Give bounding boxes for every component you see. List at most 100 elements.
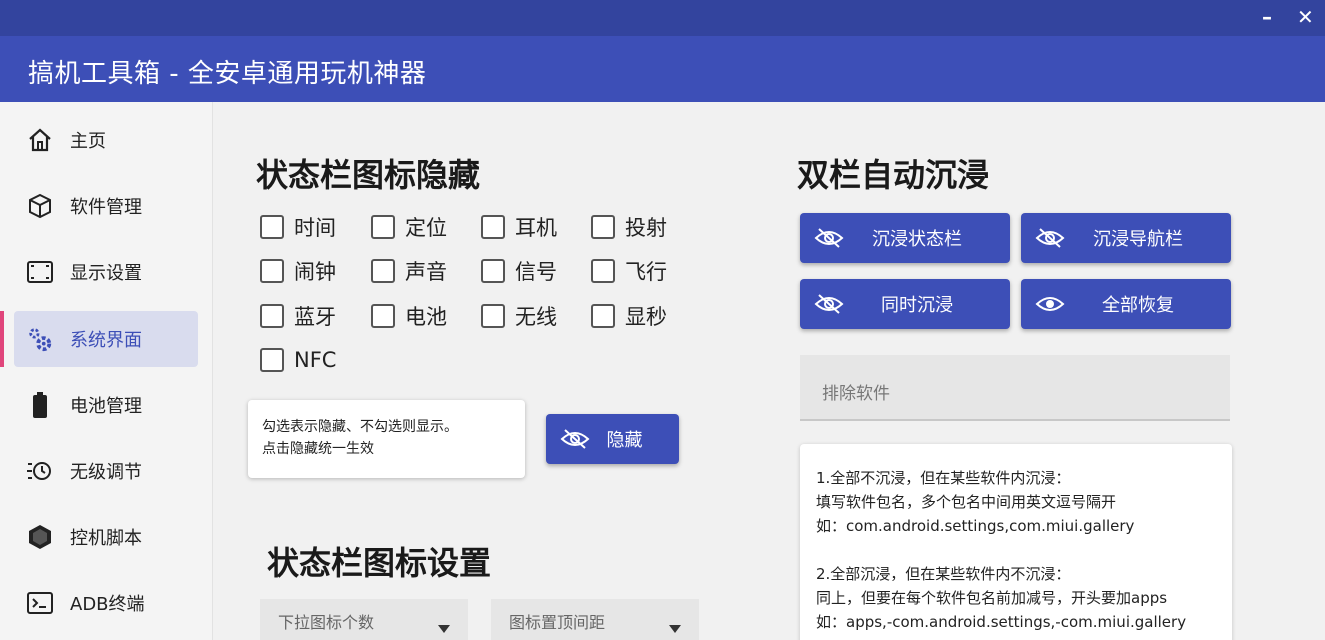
checkbox-location[interactable]: 定位 bbox=[371, 212, 447, 242]
checkbox-alarm[interactable]: 闹钟 bbox=[260, 256, 336, 286]
checkbox-airplane[interactable]: 飞行 bbox=[591, 256, 667, 286]
app-titlebar: 搞机工具箱 - 全安卓通用玩机神器 bbox=[0, 36, 1325, 102]
checkbox-box[interactable] bbox=[591, 304, 615, 328]
checkbox-time[interactable]: 时间 bbox=[260, 212, 336, 242]
restore-all-button[interactable]: 全部恢复 bbox=[1021, 279, 1231, 329]
sidebar: 主页 软件管理 显示设置 系统界面 电池管理 无级调节 控机脚本 ADB终端 bbox=[0, 102, 213, 640]
sidebar-item-label: 系统界面 bbox=[70, 330, 142, 351]
checkbox-label: 耳机 bbox=[515, 216, 557, 240]
checkbox-sound[interactable]: 声音 bbox=[371, 256, 447, 286]
sidebar-item-display[interactable]: 显示设置 bbox=[14, 244, 198, 300]
checkbox-label: 飞行 bbox=[625, 260, 667, 284]
checkbox-cast[interactable]: 投射 bbox=[591, 212, 667, 242]
sidebar-item-label: 主页 bbox=[70, 131, 106, 152]
checkbox-box[interactable] bbox=[260, 348, 284, 372]
sidebar-item-home[interactable]: 主页 bbox=[14, 112, 198, 168]
checkbox-box[interactable] bbox=[481, 304, 505, 328]
checkbox-box[interactable] bbox=[481, 215, 505, 239]
chevron-down-icon bbox=[438, 625, 450, 633]
dropdown-icon-top-spacing[interactable]: 图标置顶间距 bbox=[491, 599, 699, 640]
gears-icon bbox=[26, 325, 54, 353]
help-paragraph: 1.全部不沉浸，但在某些软件内沉浸： 填写软件包名，多个包名中间用英文逗号隔开 … bbox=[816, 466, 1216, 538]
checkbox-wireless[interactable]: 无线 bbox=[481, 301, 557, 331]
battery-icon bbox=[26, 391, 54, 419]
help-line: 如：apps,-com.android.settings,-com.miui.g… bbox=[816, 613, 1187, 631]
help-line: 填写软件包名，多个包名中间用英文逗号隔开 bbox=[816, 493, 1117, 511]
dropdown-icon-count[interactable]: 下拉图标个数 bbox=[260, 599, 468, 640]
checkbox-battery[interactable]: 电池 bbox=[371, 301, 447, 331]
checkbox-box[interactable] bbox=[481, 259, 505, 283]
checkbox-label: 定位 bbox=[405, 216, 447, 240]
immerse-navbar-button[interactable]: 沉浸导航栏 bbox=[1021, 213, 1231, 263]
checkbox-label: 电池 bbox=[405, 305, 447, 329]
terminal-icon bbox=[26, 589, 54, 617]
checkbox-show-seconds[interactable]: 显秒 bbox=[591, 301, 667, 331]
close-button[interactable]: ✕ bbox=[1297, 6, 1314, 28]
immerse-statusbar-button[interactable]: 沉浸状态栏 bbox=[800, 213, 1010, 263]
sidebar-item-label: 软件管理 bbox=[70, 197, 142, 218]
checkbox-label: 蓝牙 bbox=[294, 305, 336, 329]
active-nav-indicator bbox=[0, 311, 4, 367]
button-label: 沉浸状态栏 bbox=[872, 229, 962, 250]
window-top-strip: – ✕ bbox=[0, 0, 1325, 36]
immerse-both-button[interactable]: 同时沉浸 bbox=[800, 279, 1010, 329]
package-icon bbox=[26, 192, 54, 220]
sidebar-item-scripts[interactable]: 控机脚本 bbox=[14, 509, 198, 565]
checkbox-label: 显秒 bbox=[625, 305, 667, 329]
help-line: 1.全部不沉浸，但在某些软件内沉浸： bbox=[816, 469, 1071, 487]
dropdown-label: 下拉图标个数 bbox=[278, 613, 375, 632]
checkbox-label: 声音 bbox=[405, 260, 447, 284]
eye-off-icon bbox=[558, 424, 592, 454]
sidebar-item-brightness[interactable]: 无级调节 bbox=[14, 443, 198, 499]
hint-line: 勾选表示隐藏、不勾选则显示。 bbox=[262, 419, 458, 435]
help-line: 如：com.android.settings,com.miui.gallery bbox=[816, 517, 1135, 535]
screen-icon bbox=[26, 258, 54, 286]
dropdown-label: 图标置顶间距 bbox=[509, 613, 606, 632]
sidebar-item-label: 无级调节 bbox=[70, 462, 142, 483]
checkbox-box[interactable] bbox=[371, 259, 395, 283]
hint-line: 点击隐藏统一生效 bbox=[262, 441, 374, 457]
brightness-icon bbox=[26, 457, 54, 485]
sidebar-item-adb[interactable]: ADB终端 bbox=[14, 575, 198, 631]
help-line: 同上，但要在每个软件包名前加减号，开头要加apps bbox=[816, 589, 1168, 607]
minimize-button[interactable]: – bbox=[1262, 6, 1272, 28]
eye-off-icon bbox=[1033, 223, 1067, 253]
eye-off-icon bbox=[812, 223, 846, 253]
checkbox-bluetooth[interactable]: 蓝牙 bbox=[260, 301, 336, 331]
main-content: 状态栏图标隐藏 时间 定位 耳机 投射 闹钟 声音 信号 飞行 蓝牙 电池 无线… bbox=[214, 102, 1325, 640]
checkbox-box[interactable] bbox=[371, 304, 395, 328]
checkbox-headset[interactable]: 耳机 bbox=[481, 212, 557, 242]
sidebar-item-label: 电池管理 bbox=[70, 396, 142, 417]
checkbox-label: NFC bbox=[294, 348, 337, 372]
help-line: 2.全部沉浸，但在某些软件内不沉浸： bbox=[816, 565, 1071, 583]
checkbox-box[interactable] bbox=[591, 215, 615, 239]
checkbox-box[interactable] bbox=[260, 215, 284, 239]
hide-button[interactable]: 隐藏 bbox=[546, 414, 679, 464]
sidebar-item-system-ui[interactable]: 系统界面 bbox=[14, 311, 198, 367]
checkbox-nfc[interactable]: NFC bbox=[260, 345, 336, 375]
statusbar-hide-heading: 状态栏图标隐藏 bbox=[256, 156, 481, 194]
immersive-heading: 双栏自动沉浸 bbox=[797, 156, 990, 194]
button-label: 隐藏 bbox=[606, 430, 643, 451]
input-placeholder: 排除软件 bbox=[822, 384, 890, 404]
chevron-down-icon bbox=[669, 625, 681, 633]
checkbox-label: 信号 bbox=[515, 260, 557, 284]
eye-off-icon bbox=[812, 289, 846, 319]
immersive-help-card: 1.全部不沉浸，但在某些软件内沉浸： 填写软件包名，多个包名中间用英文逗号隔开 … bbox=[800, 444, 1232, 640]
sidebar-item-software[interactable]: 软件管理 bbox=[14, 178, 198, 234]
button-label: 沉浸导航栏 bbox=[1093, 229, 1183, 250]
button-label: 同时沉浸 bbox=[881, 295, 953, 316]
sidebar-item-label: ADB终端 bbox=[70, 594, 145, 615]
checkbox-box[interactable] bbox=[260, 259, 284, 283]
checkbox-box[interactable] bbox=[591, 259, 615, 283]
hexagon-icon bbox=[26, 523, 54, 551]
eye-icon bbox=[1033, 289, 1067, 319]
help-paragraph: 2.全部沉浸，但在某些软件内不沉浸： 同上，但要在每个软件包名前加减号，开头要加… bbox=[816, 562, 1216, 634]
exclude-apps-input[interactable]: 排除软件 bbox=[800, 355, 1230, 421]
checkbox-box[interactable] bbox=[371, 215, 395, 239]
checkbox-signal[interactable]: 信号 bbox=[481, 256, 557, 286]
checkbox-label: 时间 bbox=[294, 216, 336, 240]
sidebar-item-label: 控机脚本 bbox=[70, 528, 142, 549]
checkbox-box[interactable] bbox=[260, 304, 284, 328]
sidebar-item-battery[interactable]: 电池管理 bbox=[14, 377, 198, 433]
